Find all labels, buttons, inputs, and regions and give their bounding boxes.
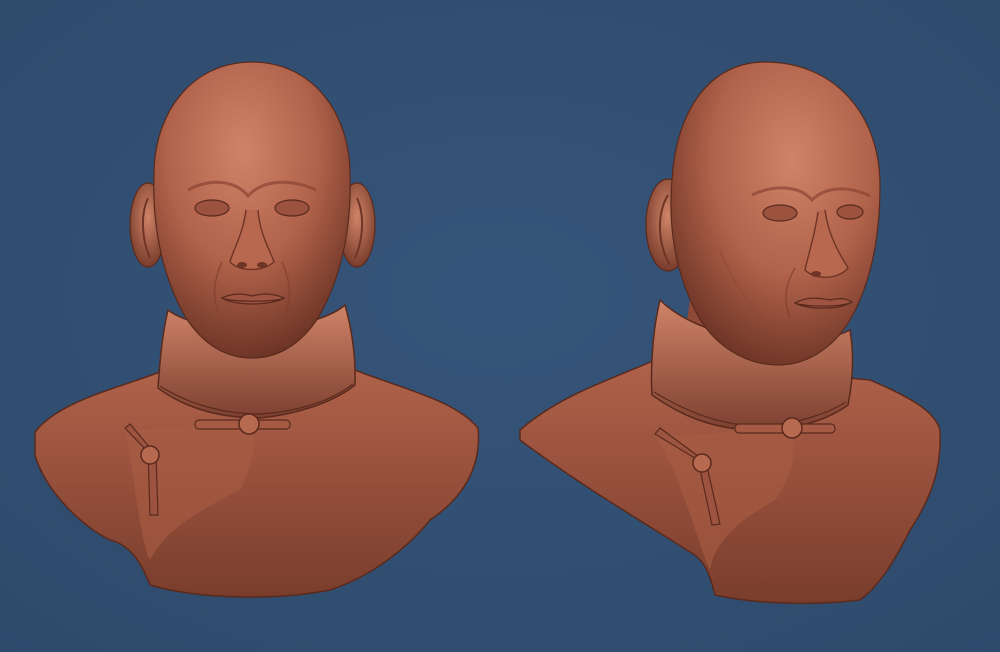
robe-toggle-button-front <box>140 445 160 465</box>
render-viewport <box>0 0 1000 652</box>
collar-button-three-quarter <box>781 417 803 439</box>
eye-left-front <box>194 199 230 217</box>
collar-button-front <box>238 413 260 435</box>
eye-left-three-quarter <box>762 204 798 222</box>
eye-right-three-quarter <box>836 204 864 220</box>
robe-toggle-button-three-quarter <box>692 453 712 473</box>
eye-right-front <box>274 199 310 217</box>
sculpt-render <box>0 0 1000 652</box>
